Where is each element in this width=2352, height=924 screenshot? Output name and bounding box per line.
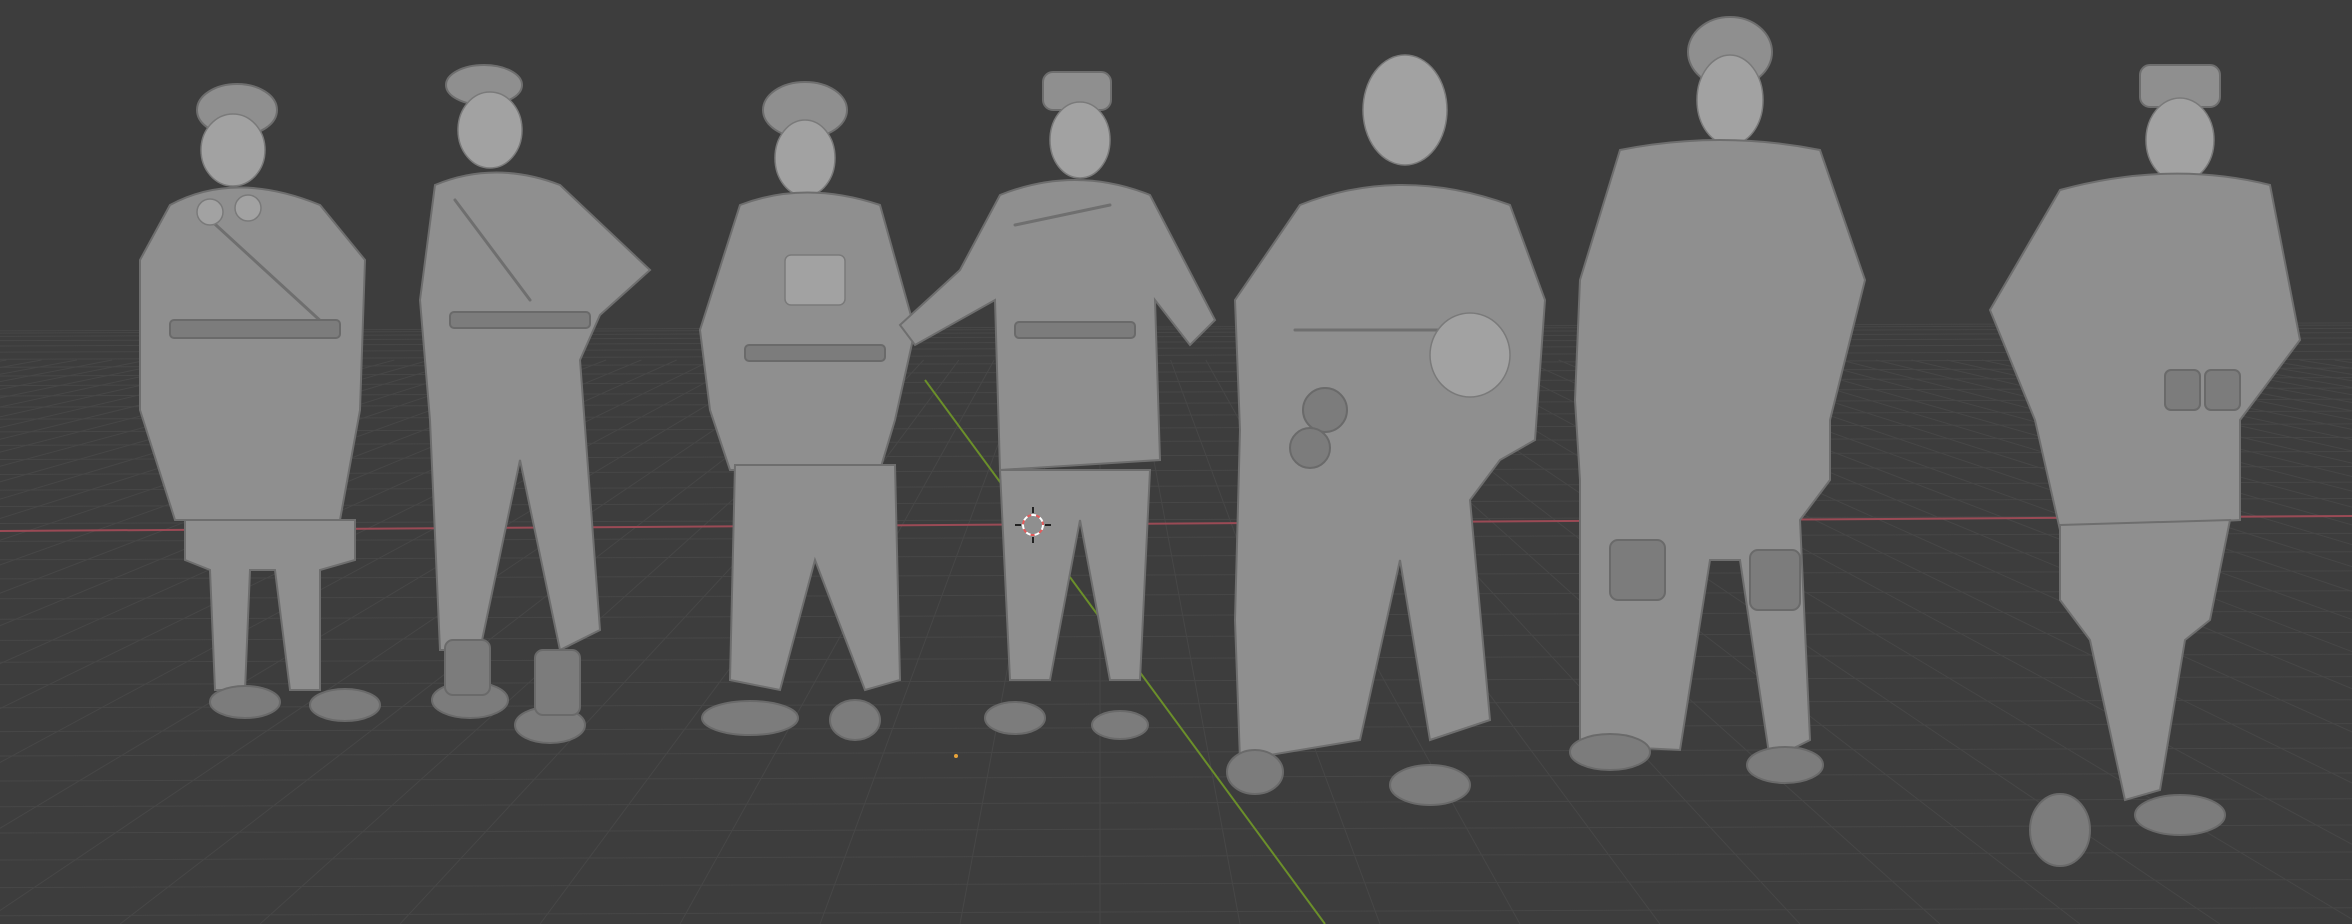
figure-soldier-helmet-in-hand[interactable]: [1226, 54, 1547, 806]
figure-soldier-coverall-goggles[interactable]: [418, 64, 652, 744]
viewport-canvas[interactable]: [0, 0, 2352, 924]
3d-viewport[interactable]: [0, 0, 2352, 924]
origin-dot-icon: [954, 754, 958, 758]
figure-soldier-greatcoat-goggles[interactable]: [139, 83, 381, 722]
figure-soldier-flying-helmet[interactable]: [1569, 16, 1867, 784]
figure-soldier-beret[interactable]: [698, 81, 917, 741]
figure-soldier-side-cap[interactable]: [898, 71, 1217, 740]
